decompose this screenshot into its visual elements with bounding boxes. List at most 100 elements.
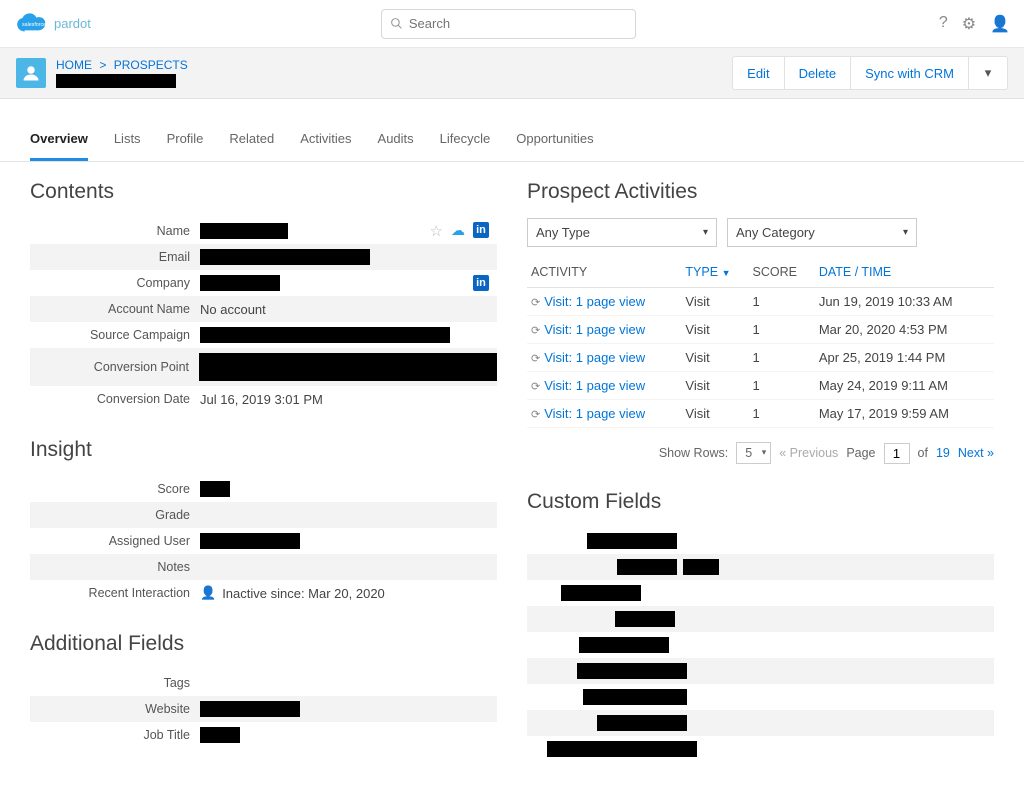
caret-icon: ▾ [903,227,908,238]
filter-type-select[interactable]: Any Type▾ [527,218,717,247]
activity-type: Visit [681,288,748,316]
activity-score: 1 [749,344,815,372]
activity-type: Visit [681,316,748,344]
row-score: Score [30,476,497,502]
activity-link[interactable]: Visit: 1 page view [544,406,645,421]
custom-fields-heading: Custom Fields [527,490,994,514]
row-job-title: Job Title [30,722,497,748]
row-email: Email [30,244,497,270]
activity-score: 1 [749,316,815,344]
tab-overview[interactable]: Overview [30,121,88,161]
logo[interactable]: salesforce pardot [14,12,91,36]
caret-icon: ▾ [703,227,708,238]
custom-field-row [527,528,994,554]
svg-text:salesforce: salesforce [22,22,46,28]
refresh-icon: ⟳ [531,381,540,393]
left-column: Contents Name☆☁in Email Companyin Accoun… [30,180,497,762]
custom-fields-list [527,528,994,762]
activity-link[interactable]: Visit: 1 page view [544,350,645,365]
conversion-value-redacted [199,353,497,381]
refresh-icon: ⟳ [531,297,540,309]
salesforce-icon[interactable]: ☁ [451,222,465,240]
prev-link[interactable]: « Previous [779,446,838,460]
crumb-home[interactable]: HOME [56,58,92,72]
activity-filters: Any Type▾ Any Category▾ [527,218,994,247]
page-header: HOME > PROSPECTS Edit Delete Sync with C… [0,48,1024,99]
activity-row: ⟳Visit: 1 page viewVisit1Apr 25, 2019 1:… [527,344,994,372]
page-input[interactable] [884,443,910,464]
tab-opportunities[interactable]: Opportunities [516,121,593,161]
prospect-avatar [16,58,46,88]
name-value-redacted [200,223,288,239]
insight-heading: Insight [30,438,497,462]
account-value: No account [200,302,497,317]
row-notes: Notes [30,554,497,580]
contents-rows: Name☆☁in Email Companyin Account NameNo … [30,218,497,412]
col-type[interactable]: TYPE ▼ [681,257,748,288]
col-date[interactable]: DATE / TIME [815,257,994,288]
refresh-icon: ⟳ [531,409,540,421]
activity-link[interactable]: Visit: 1 page view [544,294,645,309]
of-label: of [918,446,928,460]
edit-button[interactable]: Edit [732,56,783,90]
user-icon[interactable]: 👤 [990,14,1010,34]
show-rows-label: Show Rows: [659,446,728,460]
tab-related[interactable]: Related [229,121,274,161]
custom-field-redacted [579,637,669,653]
email-value-redacted [200,249,370,265]
job-value-redacted [200,727,240,743]
tab-lifecycle[interactable]: Lifecycle [440,121,491,161]
star-icon[interactable]: ☆ [430,222,443,240]
custom-field-row [527,554,994,580]
activity-score: 1 [749,372,815,400]
custom-field-row [527,606,994,632]
activity-date: May 24, 2019 9:11 AM [815,372,994,400]
crumb-prospects[interactable]: PROSPECTS [114,58,188,72]
gear-icon[interactable]: ⚙ [962,14,976,34]
custom-field-row [527,736,994,762]
breadcrumb: HOME > PROSPECTS [56,58,188,88]
activity-date: Jun 19, 2019 10:33 AM [815,288,994,316]
row-recent-interaction: Recent Interaction👤Inactive since: Mar 2… [30,580,497,606]
row-company: Companyin [30,270,497,296]
row-conversion-point: Conversion Point [30,348,497,386]
total-pages[interactable]: 19 [936,446,950,460]
tab-profile[interactable]: Profile [167,121,204,161]
search-box[interactable] [381,9,636,39]
activity-date: Mar 20, 2020 4:53 PM [815,316,994,344]
company-value-redacted [200,275,280,291]
col-score: SCORE [749,257,815,288]
rows-select[interactable]: 5 [736,442,771,464]
delete-button[interactable]: Delete [784,56,851,90]
col-activity: ACTIVITY [527,257,681,288]
assigned-value-redacted [200,533,300,549]
custom-field-redacted [547,741,697,757]
activity-type: Visit [681,400,748,428]
row-assigned-user: Assigned User [30,528,497,554]
sort-desc-icon: ▼ [722,268,731,278]
more-actions-button[interactable]: ▾ [968,56,1008,90]
right-column: Prospect Activities Any Type▾ Any Catego… [527,180,994,762]
cloud-icon: salesforce [14,12,48,36]
activity-type: Visit [681,344,748,372]
next-link[interactable]: Next » [958,446,994,460]
activity-type: Visit [681,372,748,400]
activity-link[interactable]: Visit: 1 page view [544,378,645,393]
custom-field-row [527,632,994,658]
activity-row: ⟳ Visit: 1 page view Visit1May 24, 2019 9:… [527,372,994,400]
tab-audits[interactable]: Audits [378,121,414,161]
filter-category-select[interactable]: Any Category▾ [727,218,917,247]
top-icons: ? ⚙ 👤 [939,14,1010,34]
activity-link[interactable]: Visit: 1 page view [544,322,645,337]
tab-lists[interactable]: Lists [114,121,141,161]
tabs: Overview Lists Profile Related Activitie… [0,121,1024,162]
linkedin-icon[interactable]: in [473,222,489,238]
activity-row: ⟳Visit: 1 page viewVisit1Jun 19, 2019 10… [527,288,994,316]
search-input[interactable] [409,16,627,31]
linkedin-icon[interactable]: in [473,275,489,291]
sync-crm-button[interactable]: Sync with CRM [850,56,968,90]
help-icon[interactable]: ? [939,14,948,34]
tab-activities[interactable]: Activities [300,121,351,161]
activity-date: Apr 25, 2019 1:44 PM [815,344,994,372]
person-icon [22,64,40,82]
